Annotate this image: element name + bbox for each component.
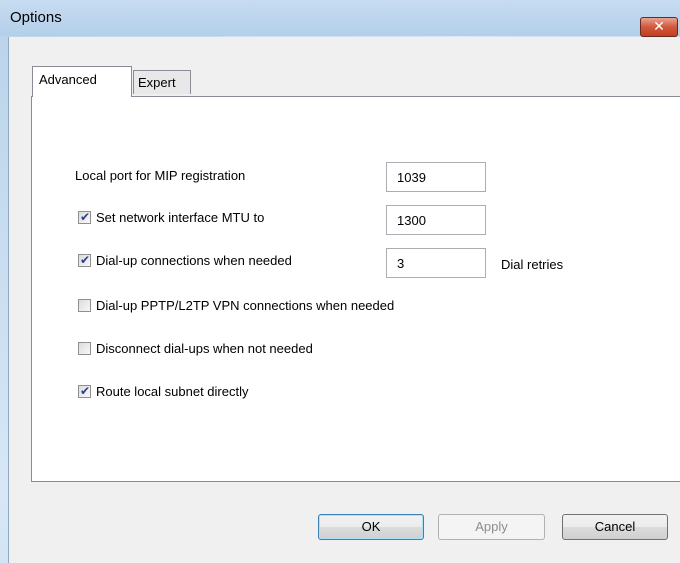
dial-retries-label: Dial retries xyxy=(501,257,564,272)
vpn-label: Dial-up PPTP/L2TP VPN connections when n… xyxy=(96,298,395,313)
checkmark-icon: ✔ xyxy=(80,384,91,398)
title-bar[interactable]: Options ✕ xyxy=(0,0,680,37)
disconnect-label: Disconnect dial-ups when not needed xyxy=(96,341,313,356)
dialup-label: Dial-up connections when needed xyxy=(96,253,292,268)
apply-button[interactable]: Apply xyxy=(438,514,545,540)
checkmark-icon: ✔ xyxy=(80,253,91,267)
local-port-value: 1039 xyxy=(397,170,426,185)
window-frame: Options ✕ Advanced Expert Local port for… xyxy=(0,0,680,563)
dialog-client-area: Advanced Expert Local port for MIP regis… xyxy=(8,37,680,563)
local-port-label: Local port for MIP registration xyxy=(75,168,246,183)
tab-expert-label: Expert xyxy=(138,75,176,90)
ok-button-label: OK xyxy=(361,519,381,534)
checkmark-icon: ✔ xyxy=(80,210,91,224)
local-port-input[interactable]: 1039 xyxy=(386,162,486,192)
dialup-checkbox[interactable]: ✔ xyxy=(78,253,91,267)
cancel-button-label: Cancel xyxy=(594,519,636,534)
dial-retries-value: 3 xyxy=(397,256,405,271)
cancel-button[interactable]: Cancel xyxy=(562,514,668,540)
disconnect-checkbox[interactable] xyxy=(78,342,91,355)
mtu-input[interactable]: 1300 xyxy=(386,205,486,235)
mtu-label: Set network interface MTU to xyxy=(96,210,265,225)
apply-button-label: Apply xyxy=(475,519,508,534)
dial-retries-input[interactable]: 3 xyxy=(386,248,486,278)
close-icon: ✕ xyxy=(653,19,665,35)
close-button[interactable]: ✕ xyxy=(640,17,678,37)
mtu-value: 1300 xyxy=(397,213,426,228)
mtu-checkbox[interactable]: ✔ xyxy=(78,210,91,224)
window-title: Options xyxy=(10,9,62,26)
tab-advanced[interactable]: Advanced xyxy=(32,66,132,97)
advanced-panel: Local port for MIP registration 1039 ✔ S… xyxy=(31,96,680,482)
route-checkbox[interactable]: ✔ xyxy=(78,384,91,398)
tab-advanced-label: Advanced xyxy=(39,72,97,87)
vpn-checkbox[interactable] xyxy=(78,299,91,312)
ok-button[interactable]: OK xyxy=(318,514,424,540)
route-label: Route local subnet directly xyxy=(96,384,249,399)
tab-expert[interactable]: Expert xyxy=(133,70,191,94)
